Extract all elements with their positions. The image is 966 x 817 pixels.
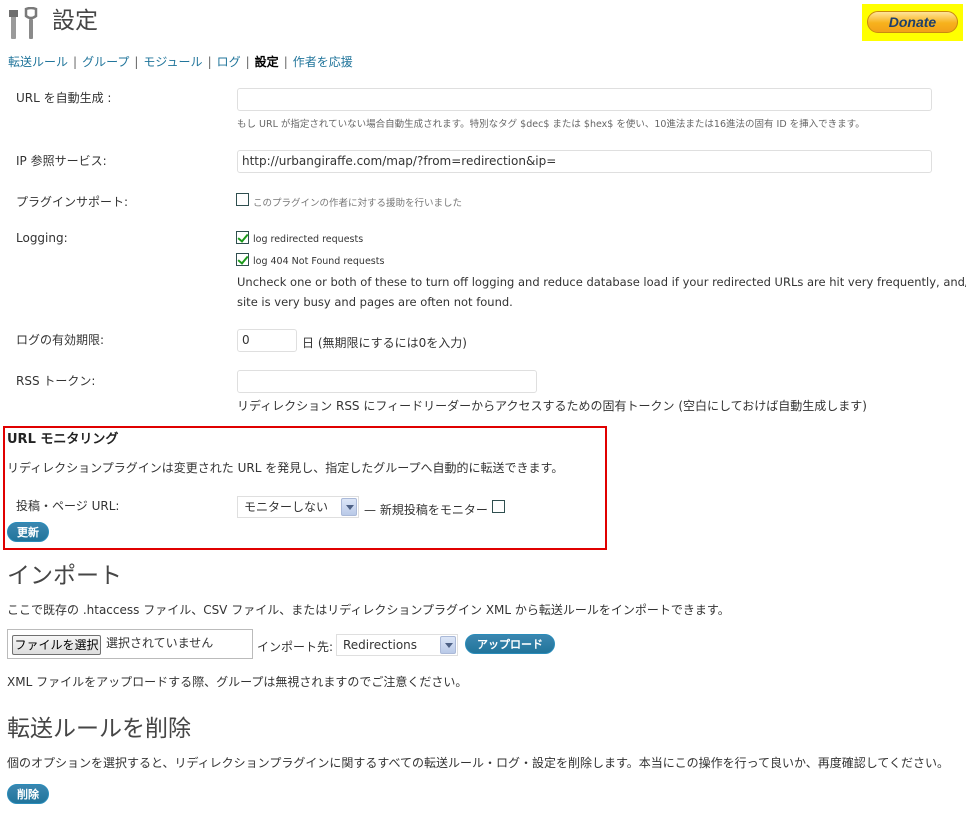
subnav-separator: | <box>283 55 288 69</box>
monitor-group-select-value: モニターしない <box>244 500 329 514</box>
update-button[interactable]: 更新 <box>7 522 49 542</box>
subnav-modules[interactable]: モジュール <box>143 55 202 69</box>
ip-lookup-label: IP 参照サービス: <box>16 154 107 168</box>
post-page-url-label: 投稿・ページ URL: <box>16 499 120 513</box>
sub-navigation: 転送ルール | グループ | モジュール | ログ | 設定 | 作者を応援 <box>8 53 353 70</box>
import-heading: インポート <box>7 563 122 589</box>
log-404-label: log 404 Not Found requests <box>253 256 385 267</box>
monitor-new-posts-label: — 新規投稿をモニター <box>364 503 488 517</box>
rss-token-description: リディレクション RSS にフィードリーダーからアクセスするための固有トークン … <box>237 399 867 413</box>
subnav-separator: | <box>245 55 250 69</box>
subnav-support[interactable]: 作者を応援 <box>293 55 353 69</box>
auto-url-description: もし URL が指定されていない場合自動生成されます。特別なタグ $dec$ ま… <box>237 119 865 130</box>
import-note: XML ファイルをアップロードする際、グループは無視されますのでご注意ください。 <box>7 675 468 689</box>
logging-label: Logging: <box>16 231 68 245</box>
tools-icon <box>7 6 41 41</box>
auto-url-input[interactable] <box>237 88 932 111</box>
chevron-down-icon <box>341 498 357 516</box>
log-redirected-label: log redirected requests <box>253 234 364 245</box>
plugin-support-checkbox[interactable] <box>236 193 249 206</box>
log-expiry-label: ログの有効期限: <box>16 333 105 347</box>
subnav-separator: | <box>207 55 212 69</box>
rss-token-input[interactable] <box>237 370 537 393</box>
upload-button[interactable]: アップロード <box>465 634 555 654</box>
choose-file-button[interactable]: ファイルを選択 <box>12 635 101 655</box>
chevron-down-icon <box>440 636 456 654</box>
delete-button[interactable]: 削除 <box>7 784 49 804</box>
rss-token-label: RSS トークン: <box>16 374 96 388</box>
url-monitoring-heading: URL モニタリング <box>7 432 119 447</box>
plugin-support-checkbox-label: このプラグインの作者に対する援助を行いました <box>253 198 463 209</box>
log-redirected-checkbox[interactable] <box>236 231 249 244</box>
log-expiry-input[interactable]: 0 <box>237 329 297 352</box>
import-target-label: インポート先: <box>257 640 334 654</box>
subnav-separator: | <box>134 55 139 69</box>
subnav-log[interactable]: ログ <box>217 55 241 69</box>
logging-description-line1: Uncheck one or both of these to turn off… <box>237 275 966 289</box>
logging-description-line2: site is very busy and pages are often no… <box>237 295 513 309</box>
delete-heading: 転送ルールを削除 <box>7 716 191 742</box>
subnav-separator: | <box>73 55 78 69</box>
subnav-redirects[interactable]: 転送ルール <box>8 55 68 69</box>
monitor-group-select[interactable]: モニターしない <box>237 496 359 518</box>
file-status: 選択されていません <box>106 636 214 650</box>
delete-description: 個のオプションを選択すると、リディレクションプラグインに関するすべての転送ルール… <box>7 756 950 770</box>
subnav-groups[interactable]: グループ <box>82 55 129 69</box>
page-title: 設定 <box>52 8 98 34</box>
import-target-select-value: Redirections <box>343 638 418 652</box>
ip-lookup-input[interactable]: http://urbangiraffe.com/map/?from=redire… <box>237 150 932 173</box>
import-description: ここで既存の .htaccess ファイル、CSV ファイル、またはリディレクシ… <box>7 603 730 617</box>
donate-button[interactable]: Donate <box>867 11 958 33</box>
log-404-checkbox[interactable] <box>236 253 249 266</box>
monitor-new-posts-checkbox[interactable] <box>492 500 505 513</box>
donate-area: Donate <box>862 4 963 41</box>
url-monitoring-description: リディレクションプラグインは変更された URL を発見し、指定したグループへ自動… <box>7 461 564 475</box>
plugin-support-label: プラグインサポート: <box>16 195 129 209</box>
file-input[interactable]: ファイルを選択 選択されていません <box>7 629 253 659</box>
subnav-options-current: 設定 <box>254 55 279 69</box>
import-target-select[interactable]: Redirections <box>336 634 458 656</box>
auto-url-label: URL を自動生成 : <box>16 91 112 105</box>
log-expiry-suffix: 日 (無期限にするには0を入力) <box>302 336 467 350</box>
